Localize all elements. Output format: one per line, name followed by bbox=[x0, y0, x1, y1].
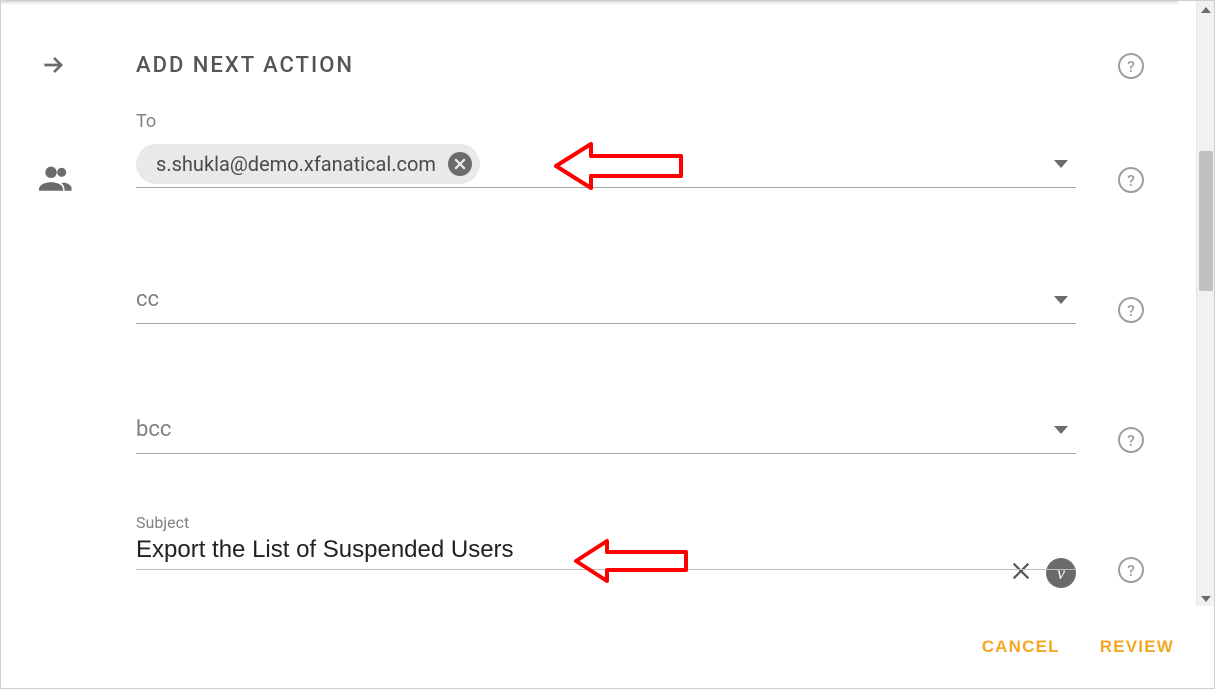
scroll-thumb[interactable] bbox=[1199, 151, 1213, 291]
page-title: ADD NEXT ACTION bbox=[136, 53, 354, 78]
arrow-right-icon bbox=[39, 66, 71, 85]
cc-label: cc bbox=[136, 287, 159, 312]
help-icon[interactable]: ? bbox=[1118, 557, 1144, 583]
dialog-footer: CANCEL REVIEW bbox=[1, 606, 1214, 688]
top-shadow bbox=[1, 1, 1178, 5]
to-dropdown-caret-icon[interactable] bbox=[1054, 160, 1068, 168]
subject-underline bbox=[136, 569, 1076, 570]
cc-input-line[interactable]: cc bbox=[136, 276, 1076, 324]
people-icon bbox=[39, 164, 73, 196]
help-icon[interactable]: ? bbox=[1118, 427, 1144, 453]
dialog-content: ADD NEXT ACTION To s.shukla@demo.xfanati… bbox=[1, 1, 1196, 608]
scroll-up-button[interactable] bbox=[1197, 1, 1215, 19]
review-button[interactable]: REVIEW bbox=[1100, 637, 1174, 657]
cc-dropdown-caret-icon[interactable] bbox=[1054, 296, 1068, 304]
vertical-scrollbar[interactable] bbox=[1196, 1, 1214, 608]
recipient-chip-email: s.shukla@demo.xfanatical.com bbox=[156, 152, 436, 176]
to-label: To bbox=[136, 111, 1076, 132]
to-field: To s.shukla@demo.xfanatical.com bbox=[136, 111, 1076, 188]
cc-field: cc bbox=[136, 276, 1076, 324]
to-input-line[interactable]: s.shukla@demo.xfanatical.com bbox=[136, 140, 1076, 188]
dialog-frame: ADD NEXT ACTION To s.shukla@demo.xfanati… bbox=[0, 0, 1215, 689]
variable-badge-glyph: v bbox=[1057, 563, 1065, 584]
help-icon[interactable]: ? bbox=[1118, 297, 1144, 323]
chip-remove-button[interactable] bbox=[448, 152, 472, 176]
bcc-field: bcc bbox=[136, 406, 1076, 454]
bcc-dropdown-caret-icon[interactable] bbox=[1054, 426, 1068, 434]
subject-label: Subject bbox=[136, 513, 1076, 532]
recipient-chip[interactable]: s.shukla@demo.xfanatical.com bbox=[136, 144, 480, 184]
help-icon[interactable]: ? bbox=[1118, 167, 1144, 193]
subject-field: Subject v bbox=[136, 513, 1076, 564]
bcc-label: bcc bbox=[136, 417, 171, 442]
clear-subject-button[interactable] bbox=[1010, 560, 1032, 586]
insert-variable-button[interactable]: v bbox=[1046, 558, 1076, 588]
bcc-input-line[interactable]: bcc bbox=[136, 406, 1076, 454]
subject-input[interactable] bbox=[136, 536, 956, 564]
next-action-icon bbox=[39, 49, 75, 85]
help-icon[interactable]: ? bbox=[1118, 53, 1144, 79]
cancel-button[interactable]: CANCEL bbox=[982, 637, 1060, 657]
